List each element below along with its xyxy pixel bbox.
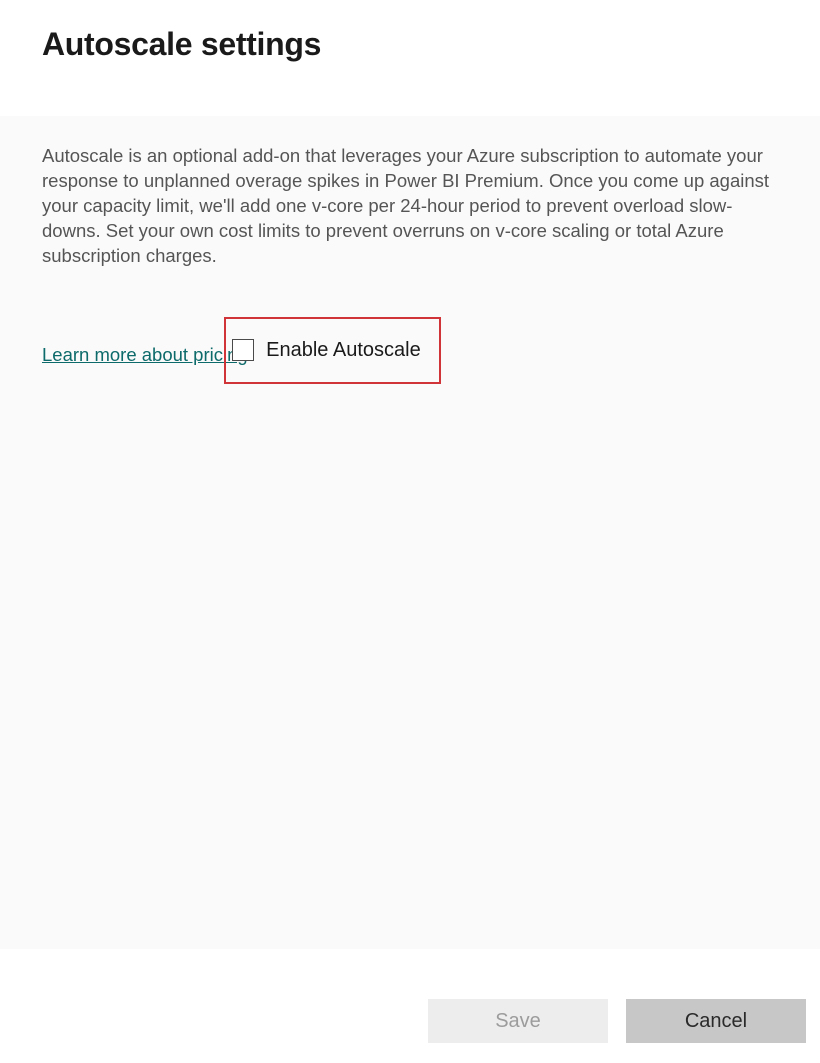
enable-autoscale-checkbox[interactable] (232, 339, 254, 361)
settings-panel: Autoscale is an optional add-on that lev… (0, 116, 820, 949)
pricing-link[interactable]: Learn more about pricing (42, 344, 248, 366)
button-bar: Save Cancel (428, 999, 806, 1043)
enable-autoscale-highlight: Enable Autoscale (224, 317, 441, 384)
enable-autoscale-label: Enable Autoscale (266, 339, 421, 362)
enable-autoscale-row[interactable]: Enable Autoscale (230, 339, 421, 362)
autoscale-description: Autoscale is an optional add-on that lev… (42, 144, 778, 269)
cancel-button[interactable]: Cancel (626, 999, 806, 1043)
save-button[interactable]: Save (428, 999, 608, 1043)
page-title: Autoscale settings (0, 0, 820, 63)
